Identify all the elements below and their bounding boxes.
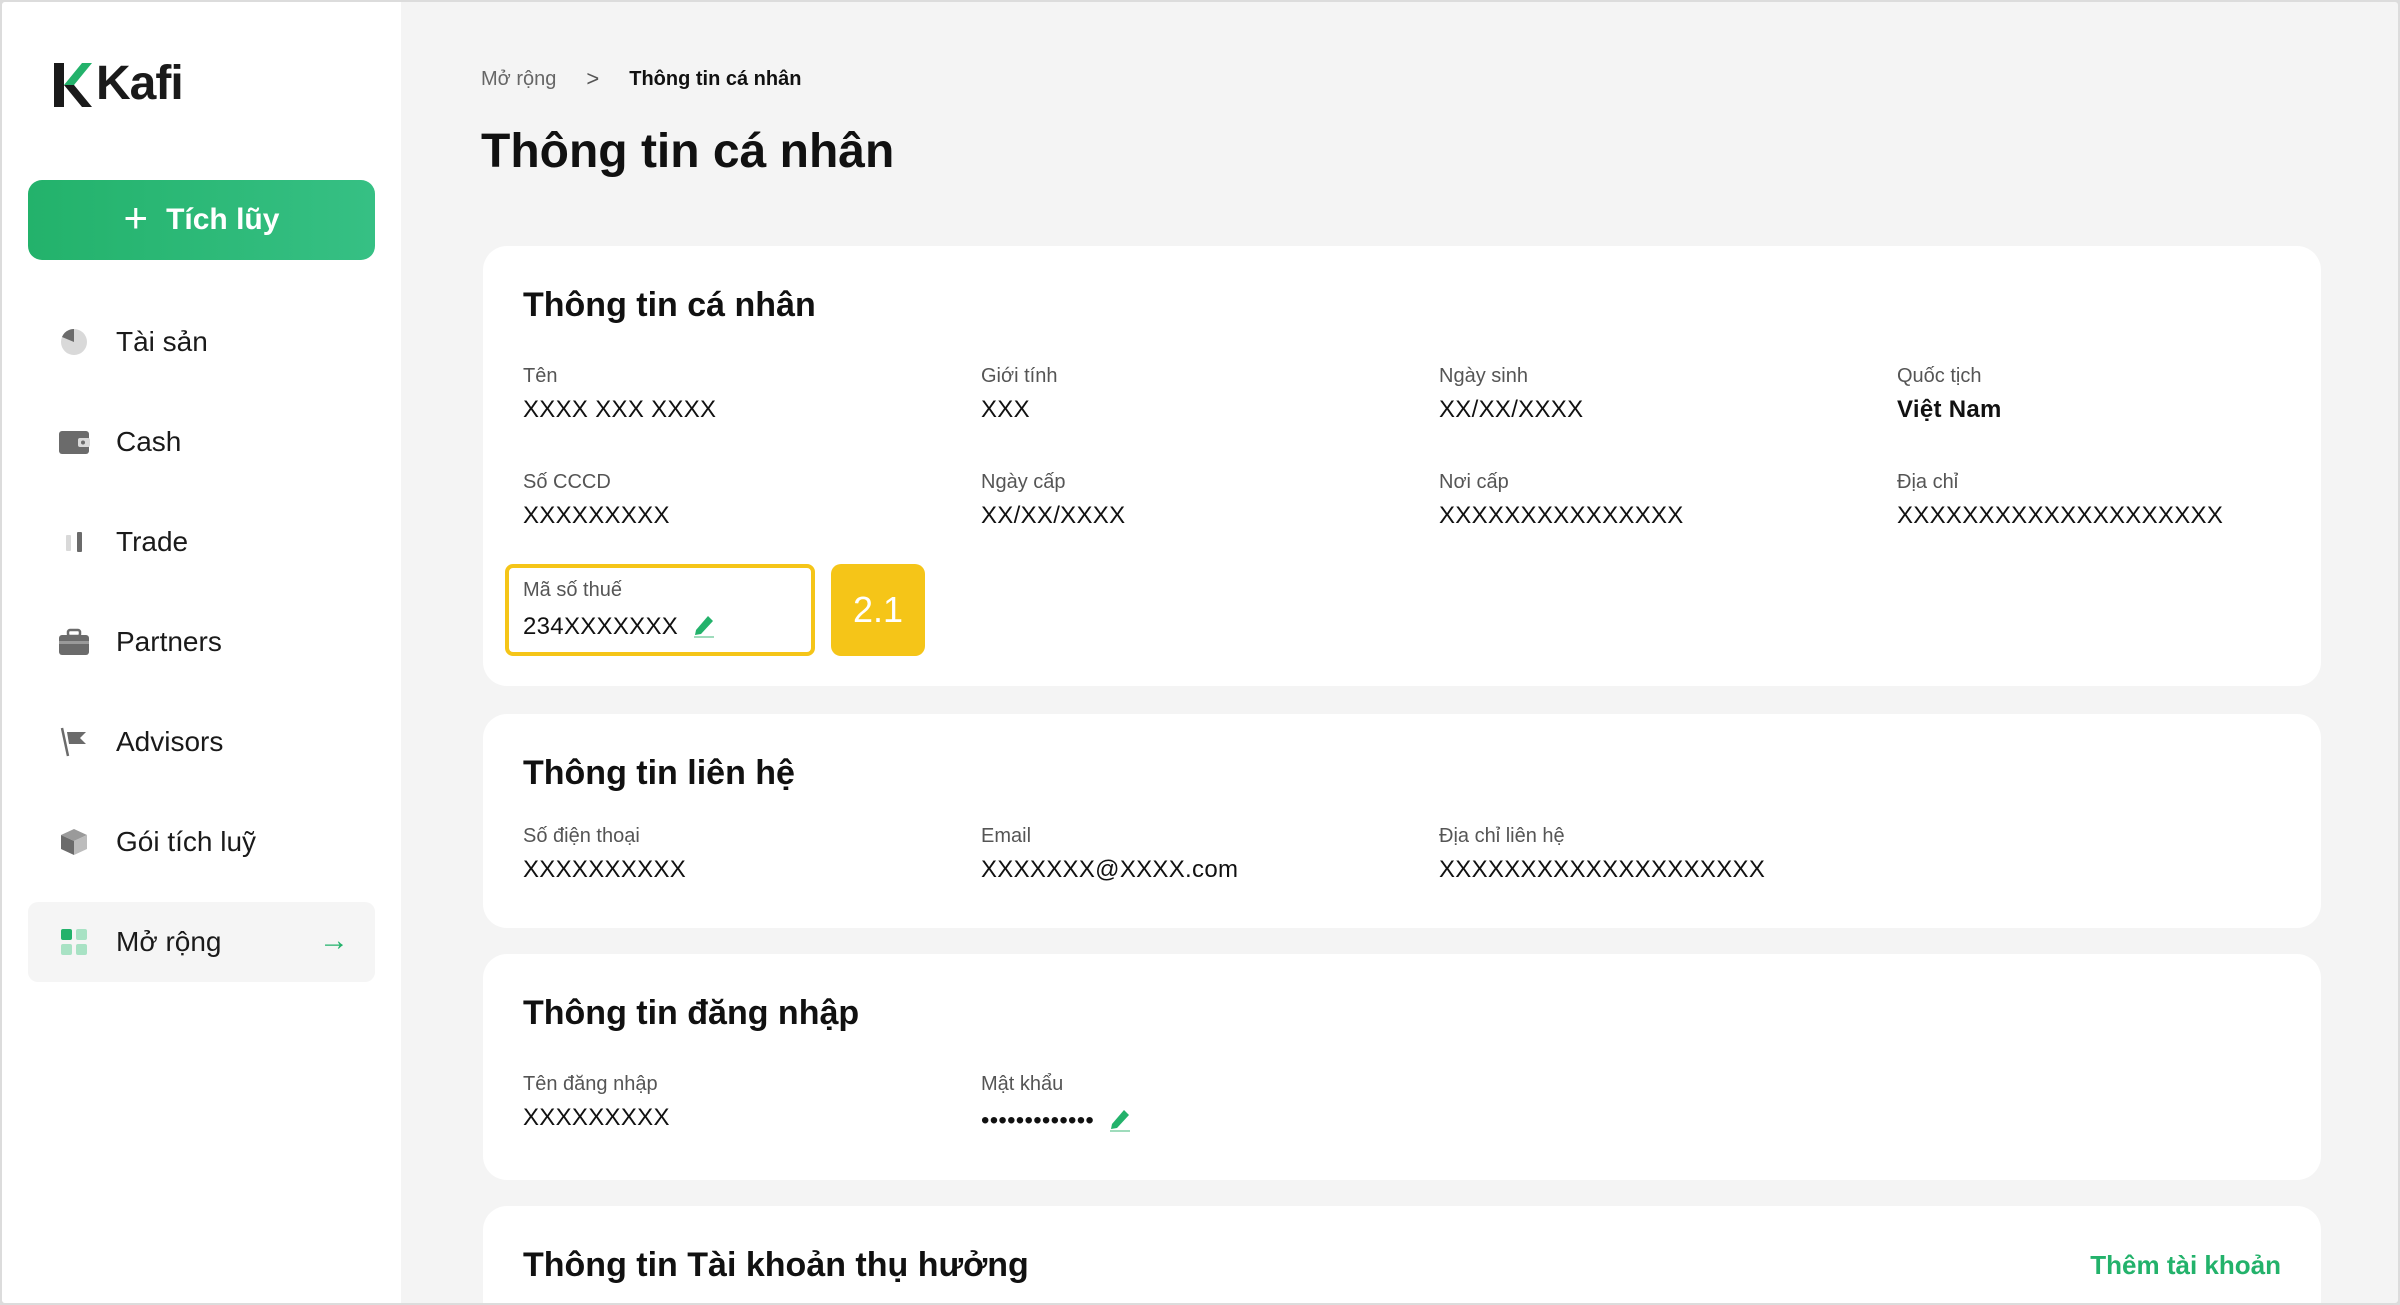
sidebar-item-label: Tài sản [116, 326, 208, 357]
sidebar-item-label: Gói tích luỹ [116, 826, 257, 857]
accumulate-button-label: Tích lũy [166, 203, 280, 236]
app-window: Kafi + Tích lũy Tài sản Cash Trade Partn… [2, 2, 2398, 1303]
grid-icon [58, 926, 90, 958]
field-value-row: 234XXXXXXX [523, 612, 716, 643]
login-info-card: Thông tin đăng nhập Tên đăng nhập XXXXXX… [483, 954, 2321, 1180]
field-id-number: Số CCCD XXXXXXXXX [523, 472, 670, 528]
sidebar-item-advisors[interactable]: Advisors [28, 702, 375, 782]
field-phone: Số điện thoại XXXXXXXXXX [523, 826, 686, 882]
field-username: Tên đăng nhập XXXXXXXXX [523, 1074, 670, 1130]
pencil-icon[interactable] [692, 612, 716, 643]
tax-code-value: 234XXXXXXX [523, 612, 679, 640]
field-label: Quốc tịch [1897, 365, 1982, 387]
briefcase-icon [58, 626, 90, 658]
field-value: XXXXXXXXXXXXXXXXXXXX [1439, 856, 1766, 883]
field-email: Email XXXXXXX@XXXX.com [981, 826, 1238, 882]
field-label: Tên [523, 365, 558, 387]
sidebar-item-label: Mở rộng [116, 926, 222, 957]
field-label: Giới tính [981, 365, 1058, 387]
field-label: Địa chỉ [1897, 471, 1959, 493]
field-name: Tên XXXX XXX XXXX [523, 366, 716, 422]
field-value: XXXXXXX@XXXX.com [981, 856, 1239, 883]
pie-chart-icon [58, 326, 90, 358]
personal-info-title: Thông tin cá nhân [523, 286, 816, 324]
arrow-right-icon: → [319, 924, 349, 957]
sidebar: Kafi + Tích lũy Tài sản Cash Trade Partn… [2, 2, 401, 1303]
step-badge: 2.1 [831, 564, 925, 656]
sidebar-item-packages[interactable]: Gói tích luỹ [28, 802, 375, 882]
kafi-logo-icon [54, 63, 92, 107]
field-label: Mật khẩu [981, 1073, 1064, 1095]
brand-name: Kafi [96, 57, 184, 110]
sidebar-nav: Tài sản Cash Trade Partners Advisors Gói… [28, 302, 375, 1002]
field-tax-code: Mã số thuế 234XXXXXXX [523, 580, 716, 643]
sidebar-item-assets[interactable]: Tài sản [28, 302, 375, 382]
field-nationality: Quốc tịch Việt Nam [1897, 366, 2002, 422]
field-label: Địa chỉ liên hệ [1439, 825, 1565, 847]
beneficiary-title: Thông tin Tài khoản thụ hưởng [523, 1246, 1029, 1284]
field-value: XXXXXXXXX [523, 1104, 670, 1131]
field-label: Mã số thuế [523, 579, 622, 601]
contact-info-title: Thông tin liên hệ [523, 754, 795, 792]
field-value: XX/XX/XXXX [1439, 396, 1584, 423]
field-address: Địa chỉ XXXXXXXXXXXXXXXXXXXX [1897, 472, 2223, 528]
sidebar-item-trade[interactable]: Trade [28, 502, 375, 582]
field-value: Việt Nam [1897, 396, 2002, 423]
sidebar-item-label: Partners [116, 626, 222, 657]
contact-info-card: Thông tin liên hệ Số điện thoại XXXXXXXX… [483, 714, 2321, 928]
field-label: Email [981, 825, 1032, 847]
field-label: Số điện thoại [523, 825, 640, 847]
field-contact-address: Địa chỉ liên hệ XXXXXXXXXXXXXXXXXXXX [1439, 826, 1765, 882]
plus-icon: + [123, 194, 149, 241]
password-value: ••••••••••••• [981, 1106, 1095, 1134]
sidebar-item-label: Trade [116, 526, 189, 557]
sidebar-item-label: Cash [116, 426, 182, 457]
brand-logo[interactable]: Kafi [52, 57, 184, 110]
field-value: XXXXXXXXX [523, 502, 670, 529]
field-label: Số CCCD [523, 471, 611, 493]
package-icon [58, 826, 90, 858]
sidebar-item-partners[interactable]: Partners [28, 602, 375, 682]
login-info-title: Thông tin đăng nhập [523, 994, 860, 1032]
breadcrumb-current: Thông tin cá nhân [629, 67, 802, 90]
sidebar-item-cash[interactable]: Cash [28, 402, 375, 482]
candlestick-icon [58, 526, 90, 558]
field-label: Ngày cấp [981, 471, 1066, 493]
field-value: XX/XX/XXXX [981, 502, 1126, 529]
field-value: XXXXXXXXXX [523, 856, 687, 883]
beneficiary-card: Thông tin Tài khoản thụ hưởng Thêm tài k… [483, 1206, 2321, 1303]
personal-info-card: Thông tin cá nhân Tên XXXX XXX XXXX Giới… [483, 246, 2321, 686]
field-value: XXXXXXXXXXXXXXXXXXXX [1897, 502, 2224, 529]
field-issue-date: Ngày cấp XX/XX/XXXX [981, 472, 1125, 528]
wallet-icon [58, 426, 90, 458]
field-issue-place: Nơi cấp XXXXXXXXXXXXXXX [1439, 472, 1684, 528]
field-value: XXX [981, 396, 1030, 423]
pencil-icon[interactable] [1108, 1106, 1132, 1137]
field-label: Nơi cấp [1439, 471, 1509, 493]
field-label: Tên đăng nhập [523, 1073, 658, 1095]
page-title: Thông tin cá nhân [481, 125, 895, 178]
sidebar-item-extend[interactable]: Mở rộng → [28, 902, 375, 982]
accumulate-button[interactable]: + Tích lũy [28, 180, 375, 260]
sidebar-item-label: Advisors [116, 726, 224, 757]
flag-icon [58, 726, 90, 758]
add-account-link[interactable]: Thêm tài khoản [2090, 1250, 2281, 1281]
field-label: Ngày sinh [1439, 365, 1528, 387]
field-value: XXXX XXX XXXX [523, 396, 717, 423]
field-value-row: ••••••••••••• [981, 1106, 1132, 1137]
field-value: XXXXXXXXXXXXXXX [1439, 502, 1684, 529]
breadcrumb: Mở rộng > Thông tin cá nhân [481, 66, 801, 92]
chevron-right-icon: > [586, 66, 600, 91]
field-password: Mật khẩu ••••••••••••• [981, 1074, 1132, 1137]
field-gender: Giới tính XXX [981, 366, 1057, 422]
breadcrumb-parent-link[interactable]: Mở rộng [481, 68, 556, 91]
field-birthdate: Ngày sinh XX/XX/XXXX [1439, 366, 1583, 422]
